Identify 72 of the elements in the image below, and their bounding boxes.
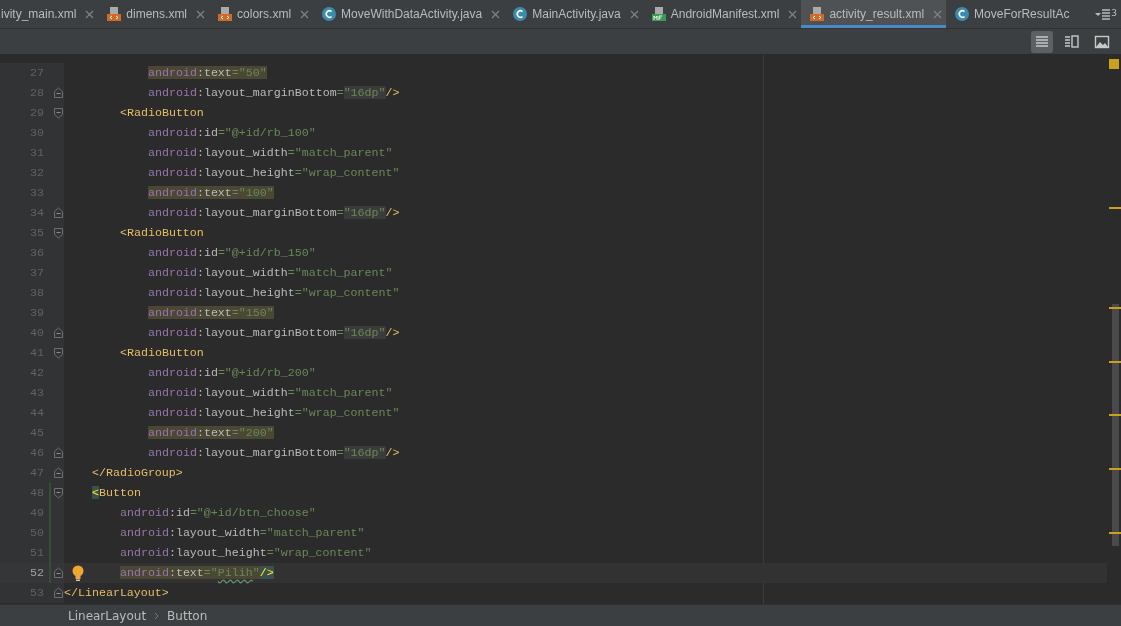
code-line: android:layout_marginBottom="16dp"/> <box>148 85 400 101</box>
code-line: <RadioButton <box>120 225 204 241</box>
close-icon[interactable] <box>787 8 799 20</box>
text-view-icon <box>1034 33 1050 50</box>
editor-tab[interactable]: activity_result.xml <box>801 0 947 28</box>
chevron-icon <box>154 611 160 620</box>
code-line: <RadioButton <box>120 345 204 361</box>
code-line: </RadioGroup> <box>92 465 183 481</box>
code-line: android:layout_height="wrap_content" <box>148 285 400 301</box>
list-icon <box>1095 7 1111 21</box>
code-line: android:layout_height="wrap_content" <box>120 545 372 561</box>
class-icon <box>954 6 971 22</box>
code-line: <RadioButton <box>120 105 204 121</box>
class-icon <box>512 6 529 22</box>
fold-icon[interactable] <box>53 347 64 359</box>
editor-tab[interactable]: ivity_main.xml <box>0 0 99 28</box>
code-line: android:id="@+id/btn_choose" <box>120 505 316 521</box>
editor-tab[interactable]: colors.xml <box>209 0 314 28</box>
code-line: android:layout_width="match_parent" <box>120 525 365 541</box>
image-icon <box>1094 33 1110 50</box>
fold-icon[interactable] <box>53 227 64 239</box>
fold-icon[interactable] <box>53 87 64 99</box>
code-line: android:text="Pilih"/> <box>120 565 274 581</box>
breadcrumb-item[interactable]: Button <box>167 606 208 625</box>
code-line: android:layout_height="wrap_content" <box>148 165 400 181</box>
editor-tab[interactable]: MoveWithDataActivity.java <box>313 0 505 28</box>
fold-icon[interactable] <box>53 487 64 499</box>
xml-file-icon <box>809 6 826 22</box>
editor-tab[interactable]: AndroidManifest.xml <box>642 0 802 28</box>
hidden-tabs-button[interactable]: 3 <box>1091 0 1121 28</box>
editor-tab[interactable]: dimens.xml <box>98 0 210 28</box>
code-line: android:layout_width="match_parent" <box>148 385 393 401</box>
view-mode-button[interactable] <box>1031 30 1053 53</box>
code-line: android:id="@+id/rb_150" <box>148 245 316 261</box>
fold-icon[interactable] <box>53 327 64 339</box>
close-icon[interactable] <box>932 8 944 20</box>
code-line: android:layout_width="match_parent" <box>148 265 393 281</box>
split-view-icon <box>1064 33 1080 50</box>
fold-icon[interactable] <box>53 467 64 479</box>
close-icon[interactable] <box>299 8 311 20</box>
fold-icon[interactable] <box>53 207 64 219</box>
xml-file-icon <box>217 6 234 22</box>
code-line: android:layout_width="match_parent" <box>148 145 393 161</box>
close-icon[interactable] <box>195 8 207 20</box>
code-line: android:layout_marginBottom="16dp"/> <box>148 445 400 461</box>
code-line: android:layout_marginBottom="16dp"/> <box>148 325 400 341</box>
lightbulb-icon[interactable] <box>72 565 84 581</box>
code-line: </LinearLayout> <box>64 585 169 601</box>
close-icon[interactable] <box>84 8 96 20</box>
breadcrumb-item[interactable]: LinearLayout <box>68 606 147 625</box>
editor-tab[interactable]: MoveForResultAc <box>946 0 1073 28</box>
code-line: android:layout_height="wrap_content" <box>148 405 400 421</box>
code-line: android:text="200" <box>148 425 274 441</box>
fold-icon[interactable] <box>53 107 64 119</box>
class-icon <box>321 6 338 22</box>
manifest-file-icon <box>650 6 667 22</box>
close-icon[interactable] <box>490 8 502 20</box>
fold-icon[interactable] <box>53 447 64 459</box>
xml-file-icon <box>106 6 123 22</box>
code-line: android:text="50" <box>148 65 267 81</box>
code-line: android:id="@+id/rb_200" <box>148 365 316 381</box>
fold-icon[interactable] <box>53 567 64 579</box>
code-line: android:id="@+id/rb_100" <box>148 125 316 141</box>
editor-tab[interactable]: MainActivity.java <box>504 0 643 28</box>
scrollbar-thumb[interactable] <box>1112 304 1119 546</box>
code-line: android:text="100" <box>148 185 274 201</box>
code-line: android:text="150" <box>148 305 274 321</box>
line-number: 52 <box>29 565 44 582</box>
code-line: <Button <box>92 485 141 501</box>
fold-icon[interactable] <box>53 587 64 599</box>
code-line: android:layout_marginBottom="16dp"/> <box>148 205 400 221</box>
close-icon[interactable] <box>628 8 640 20</box>
